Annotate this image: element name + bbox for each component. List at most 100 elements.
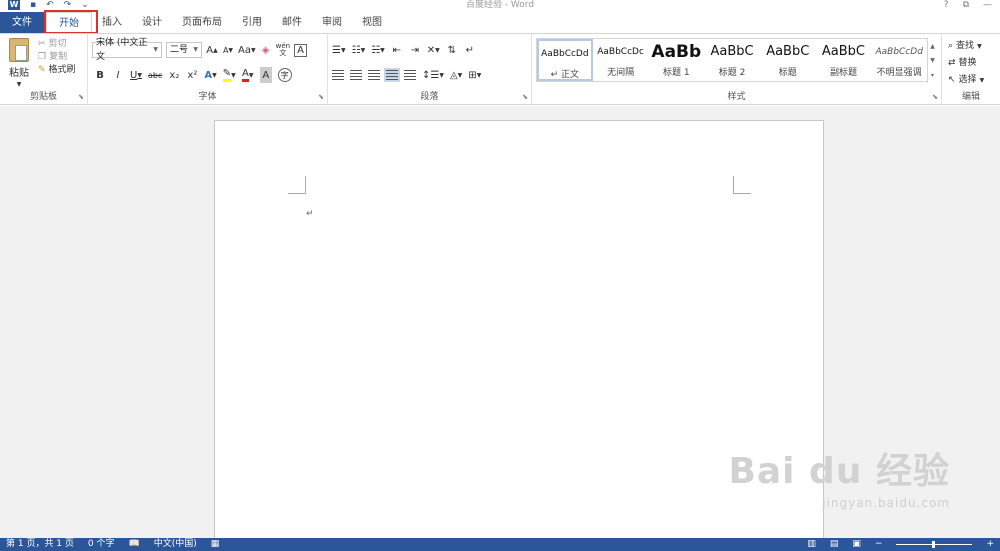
- align-center-button[interactable]: [350, 67, 362, 83]
- minimize-button[interactable]: —: [983, 0, 992, 10]
- editing-group: ⌕ 查找 ▼ ⇄ 替换 ↖ 选择 ▼ 编辑: [942, 34, 1000, 104]
- zoom-out-icon[interactable]: −: [875, 538, 883, 551]
- clipboard-actions: ✂ 剪切 ❐ 复制 ✎ 格式刷: [38, 38, 76, 77]
- align-center-icon: [350, 70, 362, 80]
- italic-button[interactable]: I: [112, 67, 124, 83]
- style-no-spacing[interactable]: AaBbCcDc 无间隔: [593, 39, 649, 81]
- more-styles-icon[interactable]: ▾: [931, 72, 934, 79]
- style-heading-2[interactable]: AaBbC 标题 2: [704, 39, 760, 81]
- font-name-select[interactable]: 宋体 (中文正文 ▼: [92, 38, 162, 62]
- macro-record-icon[interactable]: ▦: [211, 538, 220, 551]
- borders-button[interactable]: ⊞ ▼: [468, 67, 481, 83]
- zoom-slider[interactable]: [896, 541, 973, 548]
- tab-page-layout[interactable]: 页面布局: [172, 12, 232, 33]
- align-right-button[interactable]: [368, 67, 380, 83]
- select-button[interactable]: ↖ 选择 ▼: [948, 72, 984, 89]
- font-color-button[interactable]: A ▼: [242, 67, 254, 83]
- language-indicator[interactable]: 中文(中国): [154, 538, 197, 551]
- paste-label: 粘贴: [9, 68, 29, 79]
- text-effects-button[interactable]: A ▼: [204, 67, 216, 83]
- tab-mailings[interactable]: 邮件: [272, 12, 312, 33]
- line-spacing-button[interactable]: ↕☰ ▼: [422, 67, 444, 83]
- chevron-down-icon[interactable]: ▼: [6, 81, 32, 88]
- clear-formatting-button[interactable]: ◈: [260, 42, 272, 58]
- cut-button[interactable]: ✂ 剪切: [38, 38, 76, 51]
- style-subtle-emphasis[interactable]: AaBbCcDd 不明显强调: [871, 39, 927, 81]
- character-shading-button[interactable]: A: [259, 67, 272, 83]
- strikethrough-button[interactable]: abc: [148, 67, 162, 83]
- justify-button[interactable]: [384, 67, 400, 83]
- numbering-button[interactable]: ☷ ▼: [352, 42, 366, 58]
- dialog-launcher-icon[interactable]: ⬊: [318, 93, 324, 101]
- style-sample: AaBbC: [710, 44, 754, 59]
- read-mode-icon[interactable]: ▥: [807, 538, 816, 551]
- decrease-indent-button[interactable]: ⇤: [391, 42, 403, 58]
- style-heading-1[interactable]: AaBb 标题 1: [648, 39, 704, 81]
- style-name: 标题: [778, 68, 797, 78]
- page-count[interactable]: 第 1 页，共 1 页: [6, 538, 74, 551]
- scroll-down-icon[interactable]: ▼: [930, 57, 935, 64]
- style-title[interactable]: AaBbC 标题: [760, 39, 816, 81]
- dialog-launcher-icon[interactable]: ⬊: [522, 93, 528, 101]
- style-normal[interactable]: AaBbCcDd ↵ 正文: [537, 39, 593, 81]
- style-subtitle[interactable]: AaBbC 副标题: [816, 39, 872, 81]
- paste-button[interactable]: 粘贴 ▼: [6, 38, 32, 88]
- subscript-button[interactable]: x₂: [168, 67, 180, 83]
- character-border-button[interactable]: A: [294, 43, 307, 57]
- tab-view[interactable]: 视图: [352, 12, 392, 33]
- proofing-icon[interactable]: 📖: [129, 538, 140, 551]
- grow-font-button[interactable]: A ▲: [206, 42, 218, 58]
- dialog-launcher-icon[interactable]: ⬊: [78, 93, 84, 101]
- editing-actions: ⌕ 查找 ▼ ⇄ 替换 ↖ 选择 ▼: [948, 38, 984, 89]
- chinese-layout-button[interactable]: ✕ ▼: [427, 42, 440, 58]
- word-count[interactable]: 0 个字: [88, 538, 115, 551]
- copy-button[interactable]: ❐ 复制: [38, 51, 76, 64]
- highlight-color-button[interactable]: ✎ ▼: [222, 67, 236, 83]
- tab-insert[interactable]: 插入: [92, 12, 132, 33]
- find-button[interactable]: ⌕ 查找 ▼: [948, 38, 984, 55]
- ribbon-display-options-icon[interactable]: ⧉: [963, 0, 969, 10]
- find-label: 查找: [956, 41, 975, 51]
- dialog-launcher-icon[interactable]: ⬊: [932, 93, 938, 101]
- distributed-button[interactable]: [404, 67, 416, 83]
- zoom-in-icon[interactable]: +: [986, 538, 994, 551]
- shrink-font-button[interactable]: A ▼: [222, 42, 234, 58]
- increase-indent-button[interactable]: ⇥: [409, 42, 421, 58]
- style-name: ↵ 正文: [550, 70, 580, 80]
- sort-button[interactable]: ⇅: [446, 42, 458, 58]
- underline-button[interactable]: U ▼: [130, 67, 142, 83]
- tab-home[interactable]: 开始: [46, 12, 92, 33]
- bold-button[interactable]: B: [94, 67, 106, 83]
- font-size-select[interactable]: 二号 ▼: [166, 42, 202, 58]
- tab-design[interactable]: 设计: [132, 12, 172, 33]
- replace-button[interactable]: ⇄ 替换: [948, 55, 984, 72]
- web-layout-icon[interactable]: ▣: [852, 538, 861, 551]
- multilevel-list-button[interactable]: ☵ ▼: [371, 42, 385, 58]
- distributed-icon: [404, 70, 416, 80]
- styles-group: AaBbCcDd ↵ 正文 AaBbCcDc 无间隔 AaBb 标题 1 AaB…: [532, 34, 942, 104]
- scroll-up-icon[interactable]: ▲: [930, 43, 935, 50]
- superscript-button[interactable]: x²: [186, 67, 198, 83]
- clipboard-icon: [9, 38, 29, 62]
- tab-review[interactable]: 审阅: [312, 12, 352, 33]
- bullets-button[interactable]: ☰ ▼: [332, 42, 346, 58]
- format-painter-button[interactable]: ✎ 格式刷: [38, 64, 76, 77]
- highlighter-icon: ✎: [222, 68, 232, 82]
- tab-file[interactable]: 文件: [0, 12, 44, 33]
- change-case-button[interactable]: Aa ▼: [238, 42, 256, 58]
- print-layout-icon[interactable]: ▤: [830, 538, 839, 551]
- align-left-icon: [332, 70, 344, 80]
- enclose-characters-button[interactable]: 字: [277, 68, 292, 82]
- watermark-url: jingyan.baidu.com: [822, 496, 950, 510]
- pinyin-guide-button[interactable]: wén 文: [276, 42, 290, 58]
- zoom-thumb[interactable]: [932, 541, 936, 548]
- style-name: 标题 1: [663, 68, 690, 78]
- chinese-layout-icon: ✕: [426, 44, 436, 56]
- tab-references[interactable]: 引用: [232, 12, 272, 33]
- shading-button[interactable]: ◬ ▼: [450, 67, 462, 83]
- multilevel-list-icon: ☵: [371, 44, 381, 56]
- help-icon[interactable]: ?: [944, 0, 949, 10]
- show-marks-button[interactable]: ↵: [464, 42, 476, 58]
- status-left: 第 1 页，共 1 页 0 个字 📖 中文(中国) ▦: [6, 538, 219, 551]
- align-left-button[interactable]: [332, 67, 344, 83]
